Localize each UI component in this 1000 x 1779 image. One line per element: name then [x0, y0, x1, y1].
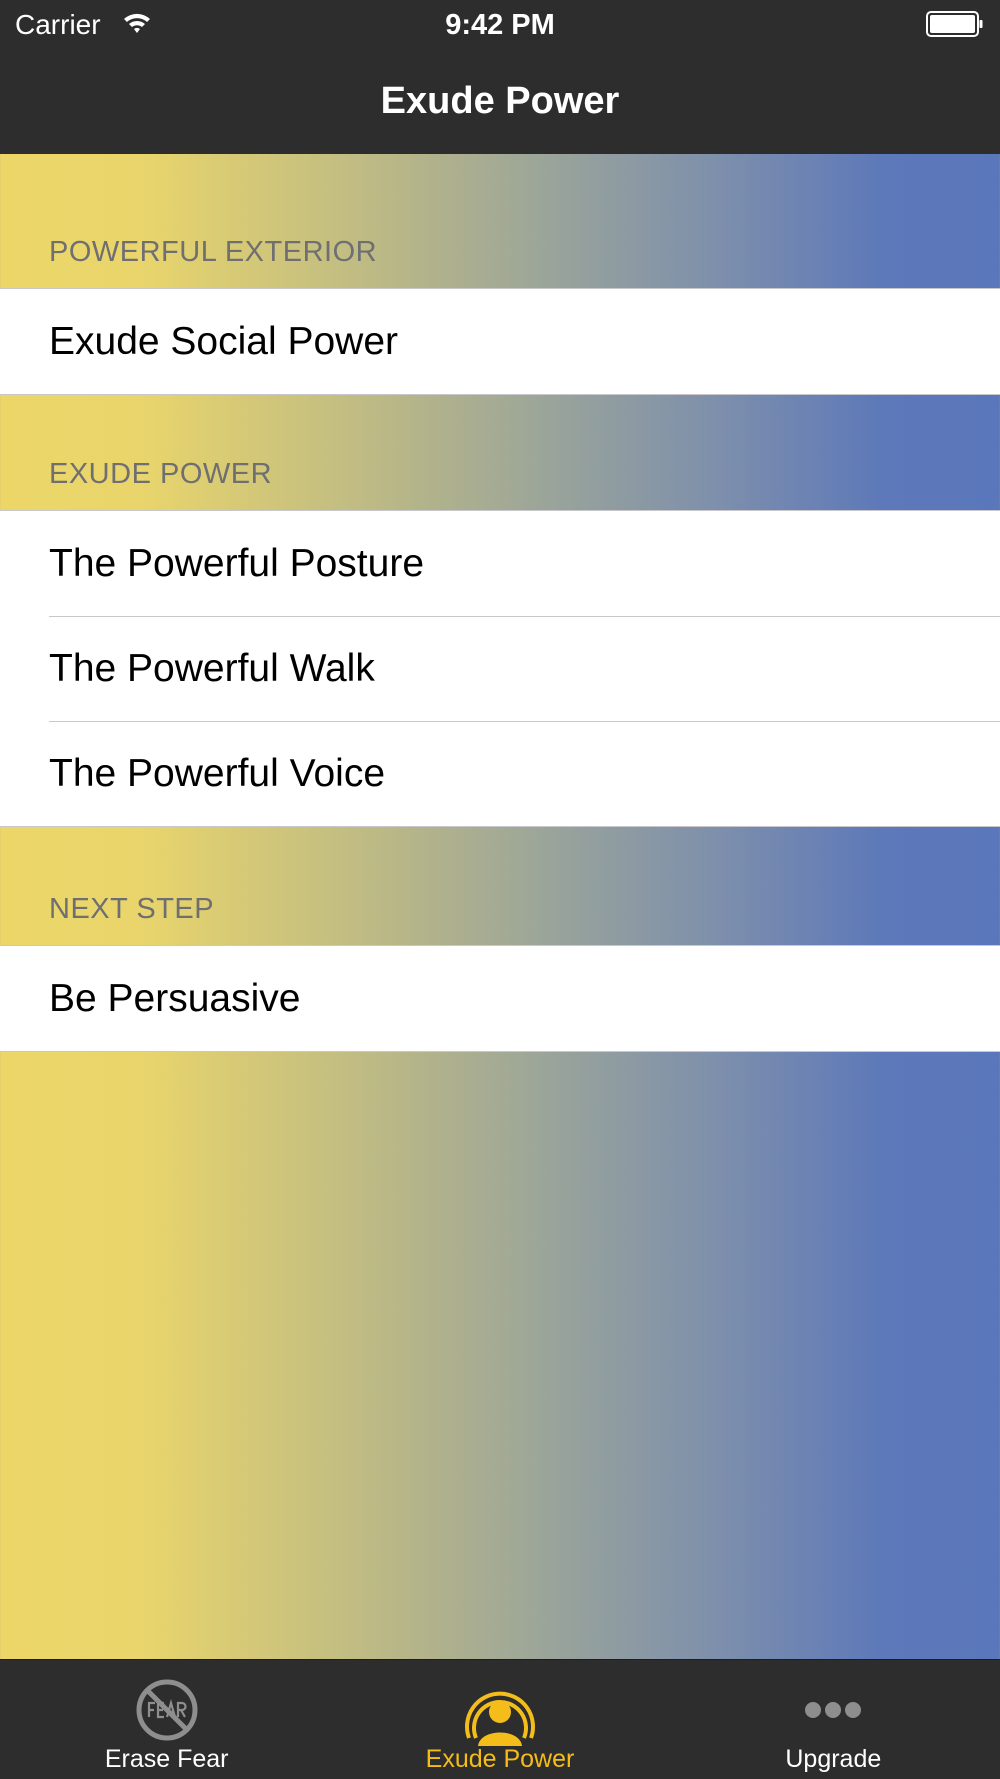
list-item-powerful-walk[interactable]: The Powerful Walk: [0, 616, 1000, 721]
list-item-powerful-posture[interactable]: The Powerful Posture: [0, 511, 1000, 616]
list-item-label: Be Persuasive: [49, 977, 301, 1020]
section-header-next-step: NEXT STEP: [49, 893, 215, 925]
section-next-step: Be Persuasive: [0, 945, 1000, 1052]
section-header-powerful-exterior: POWERFUL EXTERIOR: [49, 236, 378, 268]
list-item-label: The Powerful Voice: [49, 752, 386, 795]
more-icon: [805, 1702, 862, 1718]
status-time: 9:42 PM: [445, 9, 555, 41]
tab-bar: Erase Fear Exude Power Upgrade: [0, 1659, 1000, 1779]
list-item-label: The Powerful Posture: [49, 542, 425, 585]
section-header-exude-power: EXUDE POWER: [49, 458, 273, 490]
tab-label: Upgrade: [785, 1745, 882, 1773]
navigation-bar: Exude Power: [0, 50, 1000, 154]
erase-fear-icon: [136, 1679, 198, 1741]
list-item-be-persuasive[interactable]: Be Persuasive: [0, 946, 1000, 1051]
tab-exude-power[interactable]: Exude Power: [333, 1660, 666, 1779]
page-title: Exude Power: [380, 80, 620, 122]
list-item-powerful-voice[interactable]: The Powerful Voice: [0, 721, 1000, 826]
list-item-label: Exude Social Power: [49, 320, 399, 363]
list-item-label: The Powerful Walk: [49, 647, 375, 690]
list-item-exude-social-power[interactable]: Exude Social Power: [0, 289, 1000, 394]
battery-icon: [926, 11, 983, 37]
section-exude-power: The Powerful Posture The Powerful Walk T…: [0, 510, 1000, 827]
tab-erase-fear[interactable]: Erase Fear: [0, 1660, 333, 1779]
tab-label: Exude Power: [425, 1745, 575, 1773]
section-powerful-exterior: Exude Social Power: [0, 288, 1000, 395]
tab-label: Erase Fear: [104, 1745, 229, 1773]
exude-power-icon: [465, 1691, 535, 1746]
tab-upgrade[interactable]: Upgrade: [667, 1660, 1000, 1779]
status-bar: Carrier 9:42 PM: [0, 0, 1000, 50]
